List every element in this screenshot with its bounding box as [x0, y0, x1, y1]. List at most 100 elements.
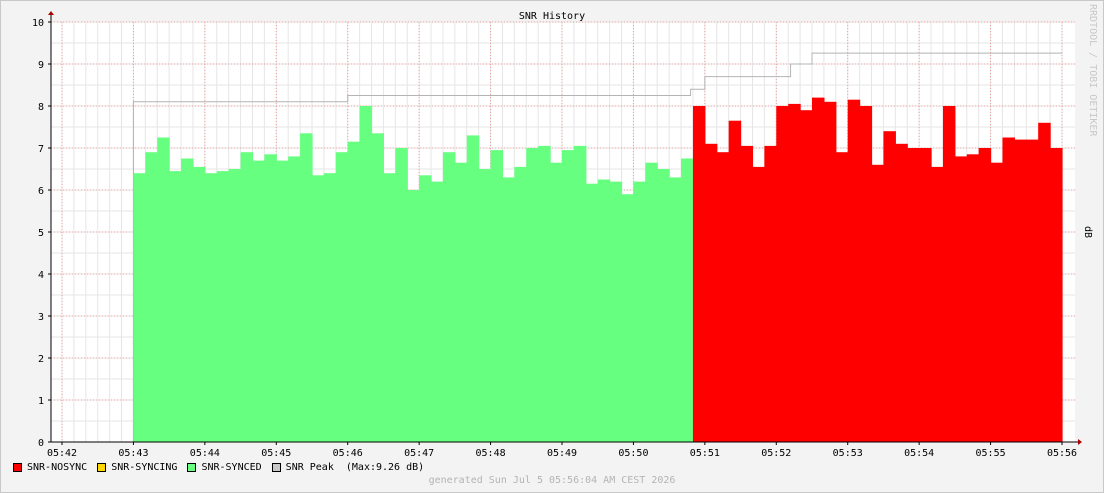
synced-bar	[621, 194, 635, 442]
y-tick-label: 2	[38, 354, 44, 365]
nosync-bar	[752, 166, 765, 442]
nosync-bar	[847, 99, 861, 442]
synced-bar	[216, 171, 230, 442]
nosync-bar	[990, 162, 1004, 442]
x-tick-label: 05:55	[976, 448, 1006, 459]
nosync-bar	[978, 148, 992, 442]
synced-bar	[502, 177, 515, 442]
nosync-bar	[919, 148, 932, 442]
watermark: RRDTOOL / TOBI OETIKER	[1087, 4, 1098, 137]
synced-bar	[431, 181, 444, 442]
x-tick-label: 05:53	[833, 448, 863, 459]
legend: SNR-NOSYNC SNR-SYNCING SNR-SYNCED SNR Peak …	[13, 461, 434, 473]
y-tick-label: 5	[38, 228, 44, 239]
nosync-bar	[1038, 122, 1051, 443]
nosync-bar	[859, 106, 873, 442]
nosync-bar	[954, 156, 968, 442]
synced-bar	[442, 152, 456, 442]
nosync-bar	[692, 106, 706, 442]
nosync-bar	[704, 143, 718, 443]
x-tick-label: 05:48	[476, 448, 506, 459]
legend-swatch	[271, 462, 281, 472]
synced-bar	[323, 173, 337, 442]
synced-bar	[597, 179, 611, 442]
synced-bar	[419, 175, 432, 443]
synced-bar	[240, 152, 254, 442]
nosync-bar	[716, 152, 730, 442]
synced-bar	[562, 150, 575, 442]
x-tick-label: 05:54	[904, 448, 934, 459]
legend-swatch	[187, 462, 197, 472]
synced-bar	[264, 154, 277, 443]
synced-bar	[657, 169, 670, 442]
legend-item: SNR Peak (Max:9.26 dB)	[271, 461, 425, 473]
synced-bar	[276, 160, 289, 442]
synced-bar	[359, 106, 373, 442]
chart-title: SNR History	[519, 11, 585, 22]
nosync-bar	[823, 101, 837, 443]
synced-bar	[157, 137, 170, 442]
synced-bar	[573, 145, 587, 442]
x-tick-label: 05:46	[333, 448, 363, 459]
x-axis-arrow	[1078, 439, 1082, 445]
nosync-bar	[812, 97, 825, 442]
generated-timestamp: generated Sun Jul 5 05:56:04 AM CEST 202…	[428, 475, 676, 486]
synced-bar	[371, 133, 385, 443]
synced-bar	[133, 173, 146, 442]
nosync-bar	[883, 131, 896, 442]
nosync-bar	[740, 145, 754, 442]
x-tick-label: 05:43	[118, 448, 148, 459]
nosync-bar	[907, 148, 920, 442]
legend-swatch	[97, 462, 107, 472]
legend-item: SNR-SYNCING	[97, 462, 177, 473]
y-axis-arrow	[48, 11, 54, 15]
nosync-bar	[1014, 139, 1027, 442]
synced-bar	[204, 173, 218, 442]
legend-label: SNR-SYNCED	[201, 461, 262, 473]
x-tick-label: 05:47	[404, 448, 434, 459]
synced-bar	[514, 166, 527, 442]
synced-bar	[478, 169, 492, 442]
synced-bar	[288, 156, 301, 442]
synced-bar	[633, 181, 646, 442]
y-tick-label: 3	[38, 312, 44, 323]
legend-item: SNR-SYNCED	[187, 461, 262, 473]
nosync-bar	[764, 145, 777, 442]
x-tick-label: 05:45	[261, 448, 291, 459]
synced-bar	[538, 145, 551, 442]
synced-bar	[466, 135, 480, 442]
synced-bar	[300, 133, 313, 443]
synced-bar	[526, 148, 539, 442]
synced-bar	[585, 183, 599, 442]
legend-item: SNR-NOSYNC	[13, 462, 87, 473]
x-tick-label: 05:42	[47, 448, 77, 459]
x-tick-label: 05:56	[1047, 448, 1077, 459]
synced-bar	[145, 152, 158, 442]
synced-bar	[395, 148, 408, 442]
legend-label: SNR Peak (Max:9.26 dB)	[285, 461, 425, 473]
synced-bar	[252, 160, 265, 442]
nosync-bar	[871, 164, 885, 443]
synced-bar	[335, 152, 349, 442]
y-axis-label: dB	[1082, 226, 1093, 238]
y-tick-labels: 0 1 2 3 4 5 6 7 8 9 10	[32, 18, 44, 449]
nosync-bar	[942, 106, 956, 442]
nosync-bar	[800, 110, 813, 442]
nosync-bar	[1026, 139, 1039, 442]
synced-bar	[169, 171, 182, 442]
x-tick-label: 05:49	[547, 448, 577, 459]
synced-bar	[181, 158, 194, 442]
nosync-bar	[1050, 148, 1063, 442]
y-tick-label: 0	[38, 438, 44, 449]
y-tick-label: 8	[38, 102, 44, 113]
x-tick-label: 05:52	[761, 448, 791, 459]
synced-bar	[645, 162, 658, 442]
y-tick-label: 4	[38, 270, 44, 281]
x-tick-label: 05:50	[618, 448, 648, 459]
y-tick-label: 9	[38, 60, 44, 71]
nosync-bar	[728, 120, 742, 442]
x-tick-label: 05:51	[690, 448, 720, 459]
y-tick-label: 1	[38, 396, 44, 407]
synced-bar	[383, 173, 396, 442]
synced-bar	[454, 162, 468, 442]
